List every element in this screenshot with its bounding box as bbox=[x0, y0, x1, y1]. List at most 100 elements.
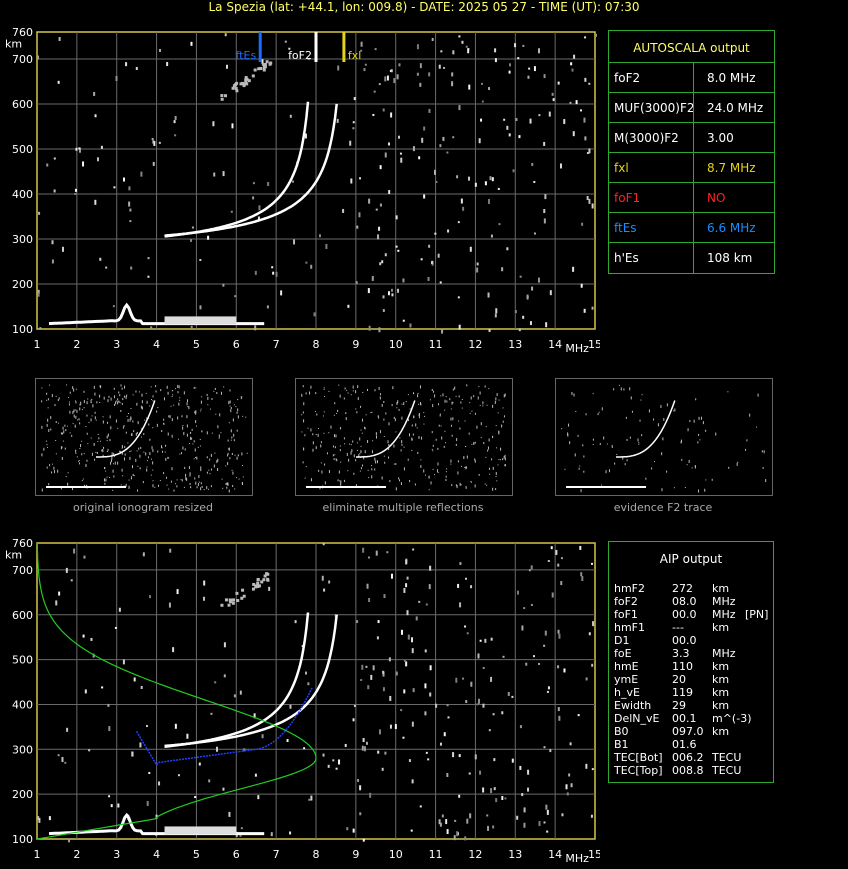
thumb-noise bbox=[193, 386, 195, 389]
thumb-noise bbox=[388, 444, 390, 447]
thumb-noise bbox=[147, 456, 149, 459]
noise-dot bbox=[479, 770, 482, 775]
thumb-noise bbox=[178, 402, 180, 406]
thumb-noise bbox=[324, 463, 326, 466]
thumb-noise bbox=[174, 388, 176, 390]
thumb-noise bbox=[315, 446, 317, 450]
thumb-noise bbox=[431, 431, 433, 434]
thumb-noise bbox=[132, 394, 134, 396]
thumb-noise bbox=[198, 475, 200, 479]
thumb-noise bbox=[378, 416, 380, 419]
thumb-noise bbox=[461, 407, 463, 409]
noise-dot bbox=[362, 547, 365, 553]
thumb-noise bbox=[503, 415, 505, 418]
thumb-noise bbox=[446, 468, 448, 470]
thumb-noise bbox=[312, 441, 314, 445]
autoscala-param-value: 8.0 MHz bbox=[707, 71, 756, 85]
noise-dot bbox=[486, 814, 489, 817]
thumb-noise bbox=[704, 488, 706, 492]
noise-dot bbox=[360, 678, 363, 681]
thumb-noise bbox=[68, 396, 70, 398]
noise-dot bbox=[122, 659, 125, 665]
noise-dot bbox=[560, 581, 563, 586]
thumb-noise bbox=[51, 463, 53, 465]
thumb-noise bbox=[444, 430, 446, 432]
noise-dot bbox=[203, 580, 206, 586]
noise-dot bbox=[308, 798, 311, 801]
thumb-noise bbox=[61, 456, 63, 460]
thumb-noise bbox=[225, 465, 227, 467]
thumb-noise bbox=[242, 415, 244, 417]
noise-dot bbox=[362, 738, 365, 743]
thumb-noise bbox=[338, 384, 340, 386]
noise-dot bbox=[547, 559, 550, 562]
thumb-noise bbox=[666, 403, 668, 407]
thumb-noise bbox=[332, 454, 334, 457]
noise-dot bbox=[519, 725, 522, 729]
thumb-noise bbox=[432, 444, 434, 447]
thumb-noise bbox=[151, 399, 153, 401]
thumb-noise bbox=[191, 437, 193, 440]
thumb-noise bbox=[166, 484, 168, 486]
thumb-noise bbox=[420, 459, 422, 461]
thumb-noise bbox=[179, 399, 181, 401]
thumb-noise bbox=[55, 420, 57, 423]
es-echo bbox=[235, 591, 239, 595]
thumb-noise bbox=[613, 388, 615, 391]
thumb-noise bbox=[165, 457, 167, 461]
thumb-noise bbox=[407, 394, 409, 396]
thumb-noise bbox=[135, 458, 137, 462]
noise-dot bbox=[579, 545, 582, 550]
thumb-noise bbox=[417, 451, 419, 454]
thumb-noise bbox=[55, 439, 57, 441]
noise-dot bbox=[478, 698, 481, 704]
thumb-noise bbox=[220, 391, 222, 395]
thumb-noise bbox=[343, 443, 345, 445]
noise-dot bbox=[403, 587, 406, 593]
x-tick-label: 1 bbox=[34, 848, 41, 861]
thumb-noise bbox=[603, 436, 605, 440]
noise-dot bbox=[544, 630, 547, 636]
thumb-noise bbox=[428, 476, 430, 479]
thumb-noise bbox=[171, 434, 173, 438]
thumb-noise bbox=[381, 403, 383, 407]
thumb-noise bbox=[626, 438, 628, 441]
thumb-noise bbox=[497, 464, 499, 466]
thumb-noise bbox=[301, 393, 303, 397]
thumb-noise bbox=[439, 413, 441, 415]
thumb-noise bbox=[152, 480, 154, 482]
autoscala-row: fxl 8.7 MHz bbox=[609, 152, 774, 183]
thumb-noise bbox=[391, 404, 393, 407]
thumb-noise bbox=[317, 433, 319, 437]
thumb-noise bbox=[196, 486, 198, 489]
thumb-noise bbox=[96, 401, 98, 404]
thumb-noise bbox=[504, 454, 506, 457]
thumb-noise bbox=[398, 477, 400, 480]
thumb-noise bbox=[228, 422, 230, 424]
noise-dot bbox=[382, 687, 385, 692]
thumb-noise bbox=[73, 409, 75, 413]
thumb-noise bbox=[200, 466, 202, 469]
thumb-noise bbox=[130, 450, 132, 452]
thumb-noise bbox=[195, 420, 197, 424]
thumb-noise bbox=[583, 455, 585, 458]
thumb-noise bbox=[693, 419, 695, 423]
thumb-noise bbox=[442, 393, 444, 397]
thumb-noise bbox=[489, 473, 491, 475]
thumb-noise bbox=[355, 408, 357, 410]
thumb-noise bbox=[165, 444, 167, 447]
thumb-noise bbox=[194, 411, 196, 414]
thumb-noise bbox=[177, 416, 179, 420]
thumb-noise bbox=[121, 402, 123, 405]
noise-dot bbox=[538, 821, 541, 827]
thumb-noise bbox=[242, 464, 244, 466]
thumb-noise bbox=[434, 394, 436, 398]
aip-row: DelN_vE 00.1 m^(-3) bbox=[614, 712, 772, 725]
thumb-noise bbox=[150, 458, 152, 460]
caption-evidence: evidence F2 trace bbox=[613, 501, 713, 514]
thumb-noise bbox=[141, 406, 143, 410]
noise-dot bbox=[457, 583, 460, 588]
noise-dot bbox=[367, 556, 370, 559]
thumb-noise bbox=[440, 425, 442, 427]
thumb-noise bbox=[163, 418, 165, 421]
